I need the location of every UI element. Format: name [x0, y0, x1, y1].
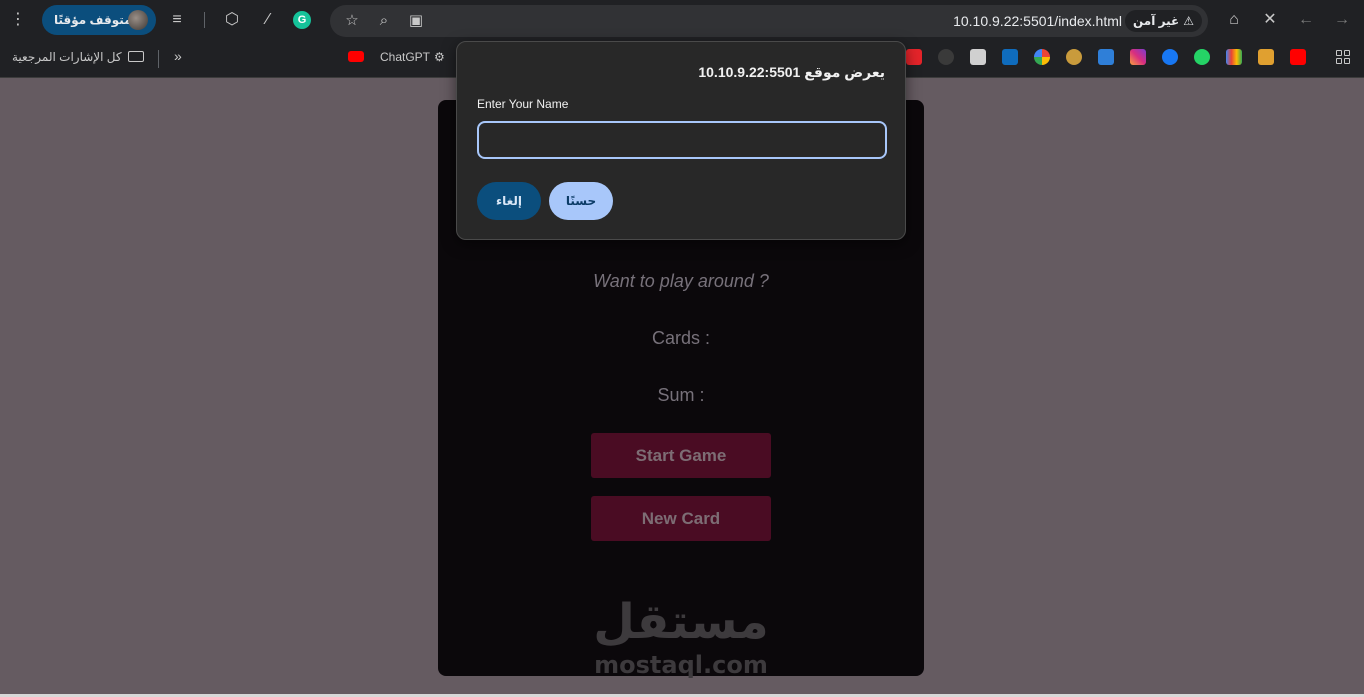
apps-grid-icon[interactable] [1336, 50, 1350, 64]
eyedropper-icon[interactable]: ⁄ [256, 8, 280, 32]
bookmark-contact-icon[interactable] [1098, 49, 1114, 65]
more-bookmarks-chevron-icon[interactable]: » [174, 48, 182, 64]
all-bookmarks-label: كل الإشارات المرجعية [12, 50, 122, 64]
not-secure-label: غير آمن [1132, 14, 1180, 28]
profile-paused-label: متوقف مؤقتًا [54, 13, 132, 27]
bookmark-youtube-icon[interactable] [1290, 49, 1306, 65]
all-bookmarks-button[interactable]: كل الإشارات المرجعية [12, 50, 144, 64]
bookmark-star-icon[interactable]: ☆ [340, 9, 364, 33]
sum-label: Sum : [657, 385, 705, 405]
game-message: Want to play around ? [593, 271, 769, 291]
avatar [128, 10, 148, 30]
toolbar-divider [204, 12, 205, 28]
bookmark-in-icon[interactable] [1258, 49, 1274, 65]
not-secure-badge[interactable]: غير آمن ⚠ [1124, 10, 1202, 32]
bookmark-alien-icon[interactable] [938, 49, 954, 65]
close-icon[interactable]: ✕ [1258, 8, 1282, 32]
watermark-logo-arabic: مستقل [593, 594, 769, 650]
cards-label: Cards : [651, 328, 711, 348]
bookmark-google-icon[interactable] [1034, 49, 1050, 65]
bookmark-chatgpt[interactable]: ChatGPT ⚙ [348, 50, 445, 64]
back-arrow-icon[interactable]: ← [1294, 8, 1318, 32]
address-bar[interactable]: ☆ ⌕ ▣ 10.10.9.22:5501/index.html غير آمن… [330, 5, 1208, 37]
prompt-dialog: يعرض موقع 10.10.9.22:5501 Enter Your Nam… [456, 41, 906, 240]
grammarly-icon[interactable]: G [293, 11, 311, 29]
reading-list-icon[interactable]: ≡ [165, 8, 189, 32]
zoom-icon[interactable]: ⌕ [372, 9, 396, 33]
bookmark-coin-icon[interactable] [1066, 49, 1082, 65]
dialog-title: يعرض موقع 10.10.9.22:5501 [698, 64, 885, 80]
bookmark-whatsapp-icon[interactable] [1194, 49, 1210, 65]
ok-button[interactable]: حسنًا [549, 182, 613, 220]
bookmark-facebook-icon[interactable] [1162, 49, 1178, 65]
url-text[interactable]: 10.10.9.22:5501/index.html [953, 5, 1122, 37]
bookmark-outlook-icon[interactable] [1002, 49, 1018, 65]
folder-icon [127, 51, 144, 62]
home-icon[interactable]: ⌂ [1222, 8, 1246, 32]
bookmark-red-icon[interactable] [906, 49, 922, 65]
bookmark-gmail-icon[interactable] [1226, 49, 1242, 65]
bookmark-chatgpt-label: ChatGPT [380, 50, 431, 64]
youtube-icon [348, 51, 364, 62]
translate-icon[interactable]: ▣ [404, 9, 428, 33]
bookmark-epic-icon[interactable] [970, 49, 986, 65]
extensions-icon[interactable]: ⬡ [220, 8, 244, 32]
bookmarks-divider [158, 50, 159, 68]
menu-icon[interactable]: ⋮ [6, 8, 30, 32]
new-card-button[interactable]: New Card [591, 496, 771, 541]
forward-arrow-icon[interactable]: → [1330, 8, 1354, 32]
name-input[interactable] [477, 121, 887, 159]
watermark-logo-domain: mostaql.com [594, 651, 768, 679]
browser-toolbar: ⋮ متوقف مؤقتًا ≡ ⬡ ⁄ G ☆ ⌕ ▣ 10.10.9.22:… [0, 0, 1364, 40]
warning-icon: ⚠ [1183, 14, 1194, 28]
start-game-button[interactable]: Start Game [591, 433, 771, 478]
cancel-button[interactable]: إلغاء [477, 182, 541, 220]
dialog-label: Enter Your Name [477, 97, 569, 111]
bookmark-instagram-icon[interactable] [1130, 49, 1146, 65]
profile-paused-button[interactable]: متوقف مؤقتًا [42, 5, 156, 35]
openai-icon: ⚙ [434, 50, 445, 64]
